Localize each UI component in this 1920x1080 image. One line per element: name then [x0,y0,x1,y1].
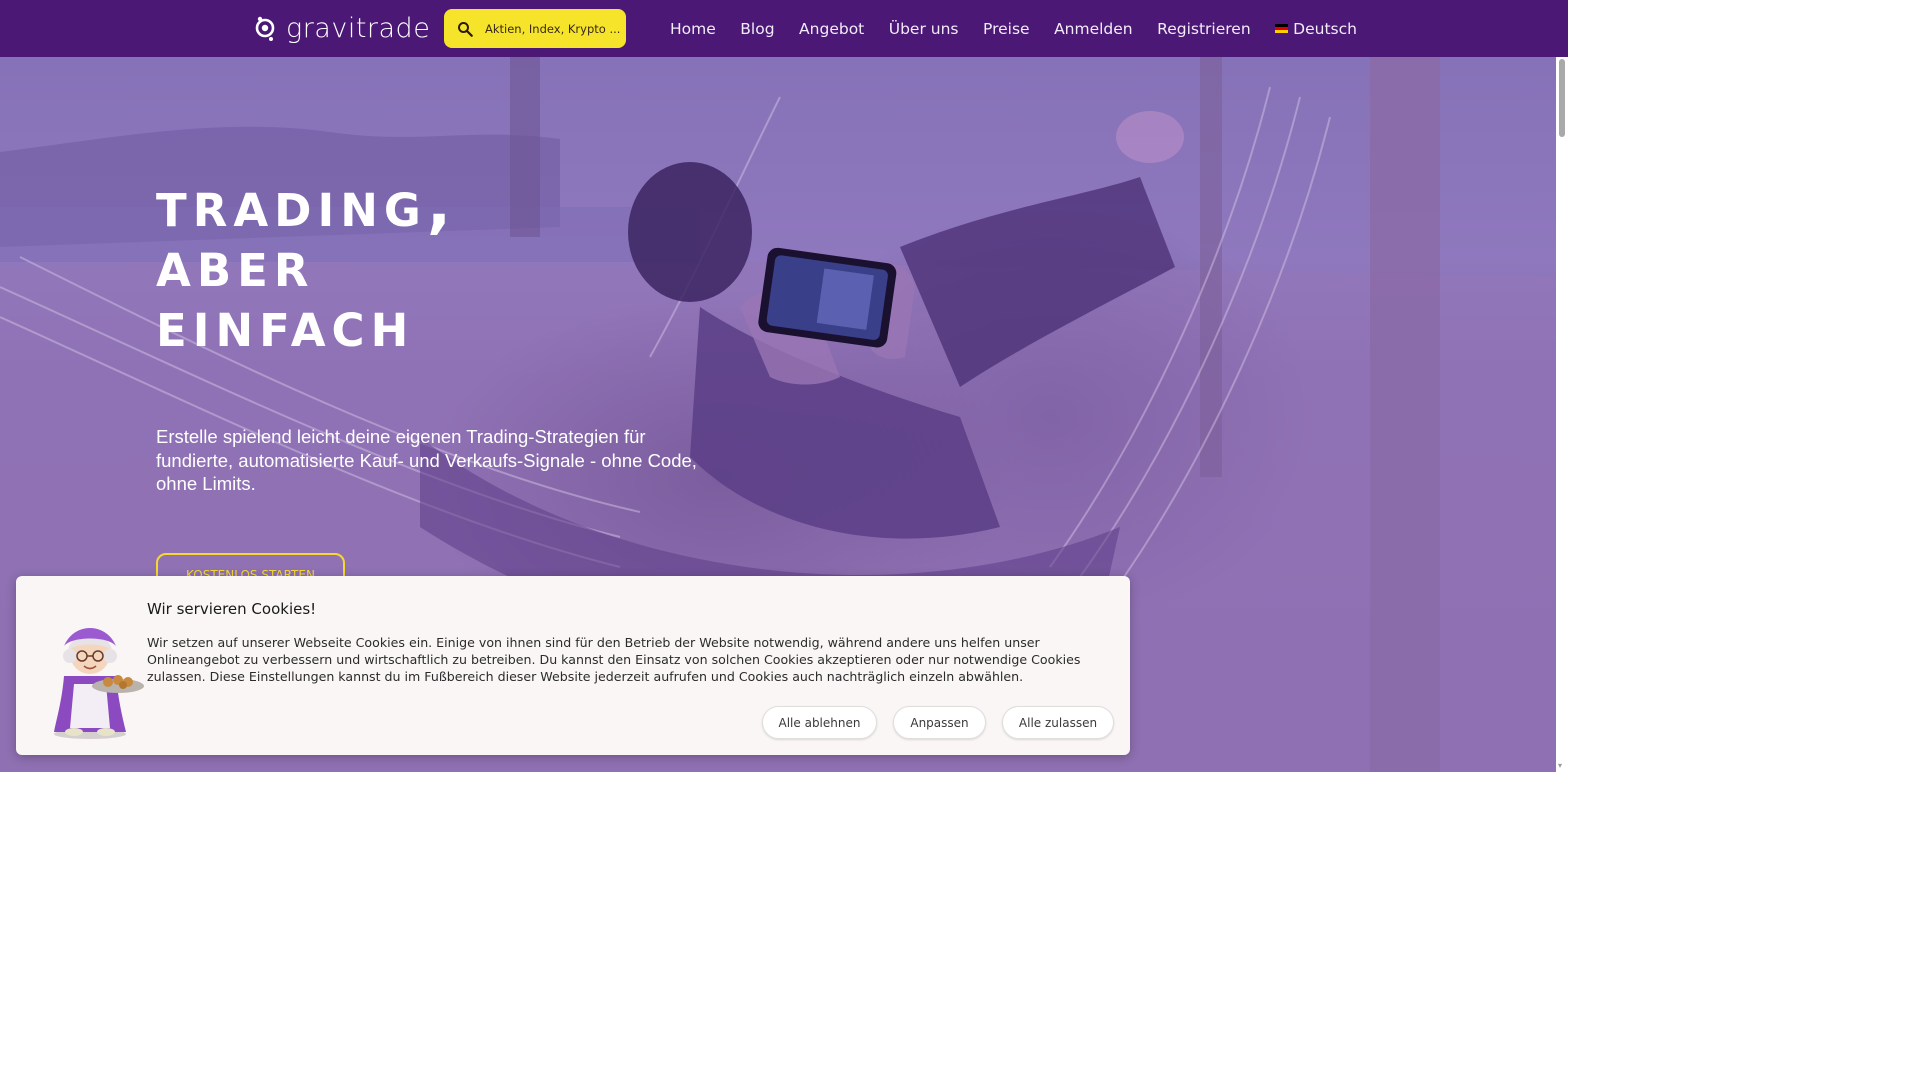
granny-baker-illustration [54,628,144,739]
nav-anmelden[interactable]: Anmelden [1054,20,1133,38]
gravitrade-logo-icon [255,16,275,41]
hero-title-line: aber [156,228,315,302]
hero-title: Trading, aber einfach [156,168,458,362]
search-icon [458,21,473,37]
search-input[interactable] [483,20,622,37]
hero-subtitle: Erstelle spielend leicht deine eigenen T… [156,426,697,494]
cookie-banner: Wir servieren Cookies! Wir setzen auf un… [16,576,1130,755]
brand-name: gravitrade [286,13,431,44]
nav-home[interactable]: Home [670,20,716,38]
hero-title-line: Trading, [156,168,458,242]
cookie-banner-title: Wir servieren Cookies! [147,600,317,618]
nav-blog[interactable]: Blog [740,20,774,38]
nav-angebot[interactable]: Angebot [799,20,864,38]
brand-logo-link[interactable]: gravitrade [254,13,430,44]
search-box[interactable] [444,9,626,48]
language-switcher[interactable]: Deutsch [1275,20,1357,38]
german-flag-icon [1275,24,1289,33]
cookie-banner-text: Wir setzen auf unserer Webseite Cookies … [147,635,1081,684]
nav-registrieren[interactable]: Registrieren [1157,20,1251,38]
scrollbar-thumb[interactable] [1559,59,1565,137]
hero-title-line: einfach [156,288,415,362]
scroll-down-arrow-icon[interactable]: ▾ [1558,762,1562,770]
accept-all-cookies-button[interactable]: Alle zulassen [1002,706,1114,739]
nav-preise[interactable]: Preise [983,20,1030,38]
page-scrollbar[interactable]: ▾ [1556,57,1568,772]
main-nav: Home Blog Angebot Über uns Preise Anmeld… [670,0,1381,57]
reject-all-cookies-button[interactable]: Alle ablehnen [762,706,877,739]
language-label: Deutsch [1293,19,1357,38]
customize-cookies-button[interactable]: Anpassen [893,706,986,739]
nav-ueber-uns[interactable]: Über uns [889,20,959,38]
top-navbar: gravitrade Home Blog Angebot Über uns Pr… [0,0,1568,57]
